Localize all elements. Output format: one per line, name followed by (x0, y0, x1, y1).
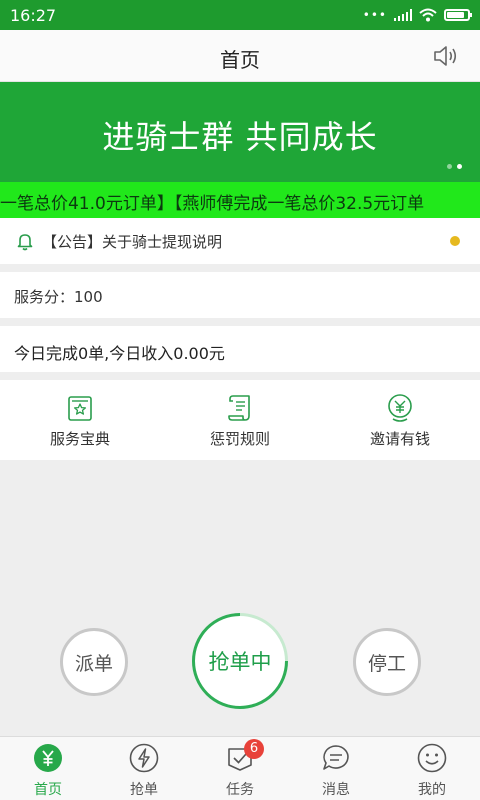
yen-badge-icon (388, 394, 412, 422)
smiley-icon (417, 743, 447, 773)
penalty-rules-shortcut[interactable]: 惩罚规则 (160, 380, 320, 460)
tab-home[interactable]: 首页 (0, 737, 96, 800)
service-score-row: 服务分：100 (0, 272, 480, 318)
speaker-icon[interactable] (432, 43, 460, 69)
banner-slogan: 进骑士群 共同成长 (102, 118, 378, 156)
system-icons: ••• (362, 8, 472, 22)
service-guide-shortcut[interactable]: 服务宝典 (0, 380, 160, 460)
tab-label: 任务 (226, 782, 254, 798)
top-header: 首页 (0, 30, 480, 82)
indicator-dot-active (457, 164, 462, 169)
shortcut-label: 服务宝典 (49, 430, 110, 448)
announcement-text: 【公告】关于骑士提现说明 (42, 233, 223, 251)
shortcut-label: 惩罚规则 (209, 430, 270, 448)
shortcut-grid: 服务宝典 惩罚规则 邀请有钱 (0, 380, 480, 460)
service-score-text: 服务分：100 (14, 288, 103, 306)
grab-order-button[interactable]: 抢单中 (192, 613, 288, 709)
wifi-icon (419, 8, 437, 22)
tab-label: 抢单 (130, 782, 158, 798)
tab-label: 消息 (322, 782, 350, 798)
yen-icon (34, 744, 62, 772)
tab-grab[interactable]: 抢单 (96, 737, 192, 800)
tab-profile[interactable]: 我的 (384, 737, 480, 800)
promo-banner[interactable]: 进骑士群 共同成长 (0, 82, 480, 182)
signal-icon (394, 9, 412, 21)
grab-order-label: 抢单中 (208, 650, 272, 674)
invite-reward-shortcut[interactable]: 邀请有钱 (320, 380, 480, 460)
today-stats-text: 今日完成0单,今日收入0.00元 (14, 344, 225, 363)
tab-messages[interactable]: 消息 (288, 737, 384, 800)
status-bar: 16:27 ••• (0, 0, 480, 30)
shortcut-label: 邀请有钱 (369, 430, 430, 448)
tab-label: 首页 (34, 782, 62, 798)
announcement-row[interactable]: 【公告】关于骑士提现说明 (0, 218, 480, 264)
task-count-badge: 6 (244, 739, 264, 759)
bottom-tab-bar: 首页 抢单 6 任务 消息 我的 (0, 736, 480, 800)
stop-work-button[interactable]: 停工 (353, 628, 421, 696)
lightning-icon (129, 743, 159, 773)
tab-label: 我的 (418, 782, 446, 798)
unread-dot (450, 236, 460, 246)
message-icon (323, 745, 349, 770)
status-time: 16:27 (10, 6, 57, 25)
book-star-icon (68, 396, 92, 421)
order-marquee: ⅈ一笔总价41.0元订单】【燕师傅完成一笔总价32.5元订单 (0, 182, 480, 218)
stop-work-label: 停工 (367, 652, 406, 675)
page-title: 首页 (220, 48, 260, 72)
more-dots-icon: ••• (362, 8, 387, 22)
indicator-dot (447, 164, 452, 169)
bell-icon (17, 234, 33, 251)
marquee-text: ⅈ一笔总价41.0元订单】【燕师傅完成一笔总价32.5元订单 (0, 194, 425, 214)
today-stats-row: 今日完成0单,今日收入0.00元 (0, 326, 480, 372)
scroll-rules-icon (228, 395, 250, 421)
dispatch-label: 派单 (74, 652, 113, 675)
battery-icon (444, 9, 472, 21)
tab-tasks[interactable]: 6 任务 (192, 737, 288, 800)
banner-indicator (447, 164, 462, 169)
dispatch-button[interactable]: 派单 (60, 628, 128, 696)
